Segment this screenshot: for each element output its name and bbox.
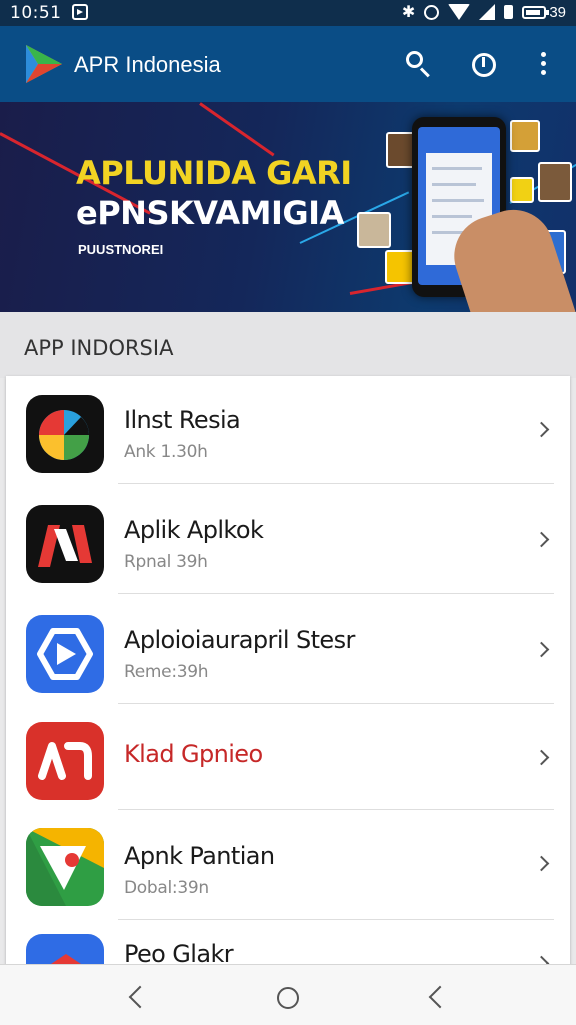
search-icon-handle — [420, 67, 430, 77]
banner-tile — [357, 212, 391, 248]
n-logo-icon — [26, 505, 104, 583]
timer-icon-hand — [482, 57, 485, 67]
app-logo-icon — [24, 43, 64, 85]
banner-tagline: PUUSTNOREI — [78, 242, 163, 257]
battery-level: 39 — [549, 4, 566, 21]
chevron-right-icon — [534, 422, 550, 438]
app-name: Ilnst Resia — [124, 406, 240, 434]
banner-headline: APLUNIDA GARI — [76, 154, 352, 192]
app-meta: Rpnal 39h — [124, 552, 208, 572]
app-name: Klad Gpnieo — [124, 740, 263, 768]
status-icons: ✱ 39 — [402, 2, 566, 22]
banner-tile — [510, 120, 540, 152]
banner-subheadline: ePNSKVAMIGIA — [76, 194, 344, 232]
banner-ray — [199, 102, 274, 156]
app-name: Apnk Pantian — [124, 842, 275, 870]
home-icon[interactable] — [277, 987, 299, 1009]
search-button[interactable] — [403, 48, 435, 80]
divider — [118, 809, 554, 810]
app-icon-n — [26, 505, 104, 583]
bluetooth-icon: ✱ — [402, 2, 415, 22]
signal-icon — [479, 4, 495, 20]
status-bar: 10:51 ✱ 39 — [0, 0, 576, 26]
chevron-right-icon — [534, 532, 550, 548]
status-time: 10:51 — [10, 3, 62, 23]
map-logo-icon — [26, 828, 104, 906]
more-options-button[interactable] — [528, 48, 560, 80]
phone-line — [432, 199, 484, 202]
app-meta: Ank 1.30h — [124, 442, 208, 462]
do-not-disturb-icon — [424, 5, 439, 20]
phone-line — [432, 183, 476, 186]
battery-icon — [522, 6, 546, 19]
chevron-right-icon — [534, 642, 550, 658]
list-item[interactable]: Apnk Pantian Dobal:39n — [6, 812, 570, 920]
storage-icon — [504, 5, 513, 19]
divider — [118, 703, 554, 704]
app-icon-play — [26, 615, 104, 693]
app-title: APR Indonesia — [74, 52, 221, 78]
app-bar: APR Indonesia — [0, 26, 576, 102]
section-header: APP INDORSIA — [0, 312, 576, 378]
list-item[interactable]: Aploioiaurapril Stesr Reme:39h — [6, 596, 570, 704]
list-item[interactable]: Ilnst Resia Ank 1.30h — [6, 376, 570, 484]
divider — [118, 483, 554, 484]
app-name: Aplik Aplkok — [124, 516, 263, 544]
chevron-right-icon — [534, 856, 550, 872]
system-nav-bar — [0, 964, 576, 1025]
app-list: Ilnst Resia Ank 1.30h Aplik Aplkok Rpnal… — [6, 376, 570, 976]
phone-line — [432, 167, 482, 170]
banner-tile — [538, 162, 572, 202]
app-icon-map — [26, 828, 104, 906]
app-icon-circle — [26, 395, 104, 473]
app-name: Aploioiaurapril Stesr — [124, 626, 355, 654]
phone-line — [432, 215, 472, 218]
wave-logo-icon — [26, 722, 104, 800]
notification-icon — [72, 4, 88, 20]
app-icon-red — [26, 722, 104, 800]
app-meta: Dobal:39n — [124, 878, 209, 898]
recents-icon[interactable] — [429, 986, 452, 1009]
timer-button[interactable] — [468, 48, 500, 80]
wifi-icon — [448, 4, 470, 20]
banner-tile — [510, 177, 534, 203]
play-logo-icon — [26, 615, 104, 693]
more-vert-icon — [541, 52, 546, 57]
banner-tile — [385, 250, 415, 284]
divider — [118, 593, 554, 594]
app-meta: Reme:39h — [124, 662, 208, 682]
list-item[interactable]: Klad Gpnieo — [6, 706, 570, 810]
search-icon — [406, 51, 423, 68]
list-item[interactable]: Aplik Aplkok Rpnal 39h — [6, 486, 570, 594]
chevron-right-icon — [534, 750, 550, 766]
promo-banner[interactable]: APLUNIDA GARI ePNSKVAMIGIA PUUSTNOREI — [0, 102, 576, 312]
section-title: APP INDORSIA — [24, 336, 173, 360]
back-icon[interactable] — [129, 986, 152, 1009]
circle-logo-icon — [26, 395, 104, 473]
